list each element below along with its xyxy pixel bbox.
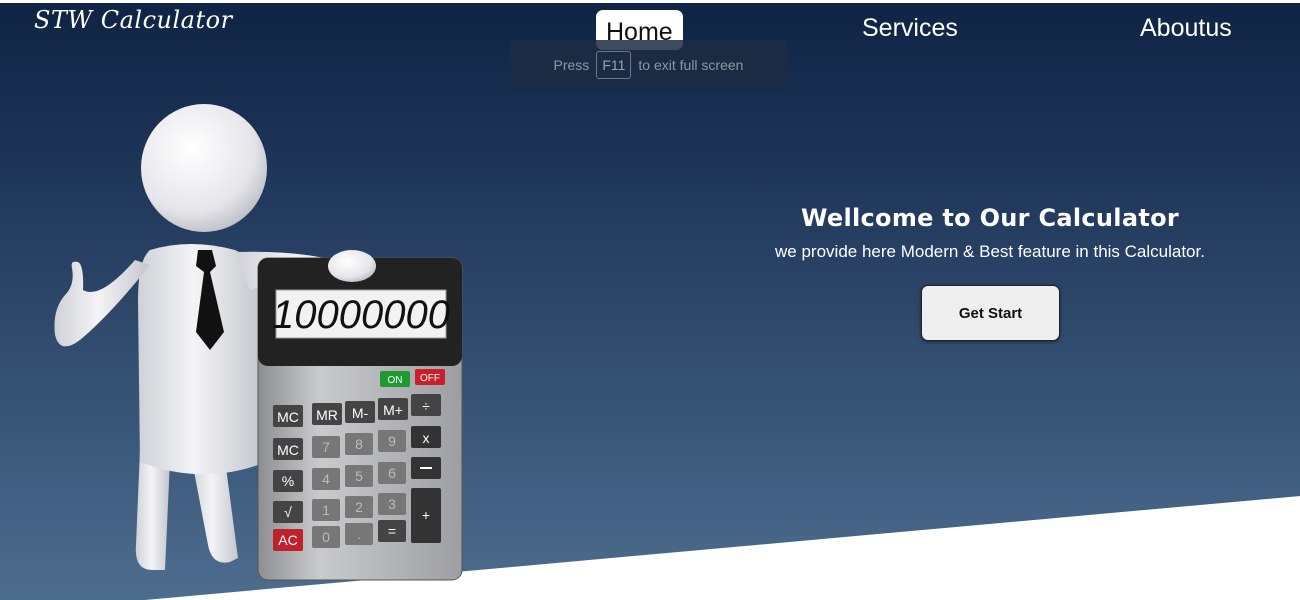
five-key-label: 5 xyxy=(355,468,363,484)
two-key-label: 2 xyxy=(355,499,363,515)
six-key-label: 6 xyxy=(388,465,396,481)
seven-key-label: 7 xyxy=(322,439,330,455)
one-key-label: 1 xyxy=(322,502,330,518)
calculator-display: 10000000 xyxy=(272,293,450,337)
dot-key-label: . xyxy=(357,526,361,542)
nav-services[interactable]: Services xyxy=(862,14,958,43)
mc2-key-label: MC xyxy=(277,442,299,458)
fullscreen-hint: Press F11 to exit full screen xyxy=(510,40,787,90)
off-key-label: OFF xyxy=(420,373,440,384)
percent-key-label: % xyxy=(282,473,294,489)
zero-key-label: 0 xyxy=(322,529,330,545)
welcome-section: Wellcome to Our Calculator we provide he… xyxy=(690,204,1290,262)
three-key-label: 3 xyxy=(388,496,396,512)
multiply-key-label: x xyxy=(423,430,430,446)
man-with-calculator-illustration: 10000000 ON OFF MC MR M- M+ ÷ MC 7 8 9 x xyxy=(54,104,463,581)
nav-aboutus[interactable]: Aboutus xyxy=(1140,14,1232,43)
fullscreen-hint-key: F11 xyxy=(596,51,632,79)
get-start-button[interactable]: Get Start xyxy=(921,285,1060,341)
eight-key-label: 8 xyxy=(355,436,363,452)
four-key-label: 4 xyxy=(322,471,330,487)
m-minus-key-label: M- xyxy=(352,405,369,421)
welcome-subtitle: we provide here Modern & Best feature in… xyxy=(775,242,1205,261)
ac-key-label: AC xyxy=(278,532,297,548)
sqrt-key-label: √ xyxy=(284,504,292,520)
on-key-label: ON xyxy=(388,375,403,386)
welcome-title: Wellcome to Our Calculator xyxy=(800,204,1180,232)
plus-key-label: + xyxy=(422,507,430,523)
minus-key-glyph xyxy=(420,467,432,469)
equals-key-label: = xyxy=(388,523,396,539)
m-plus-key-label: M+ xyxy=(383,402,403,418)
nine-key-label: 9 xyxy=(388,433,396,449)
divide-key-label: ÷ xyxy=(422,398,430,414)
mc-key-label: MC xyxy=(277,409,299,425)
fullscreen-hint-suffix: to exit full screen xyxy=(638,57,744,73)
fullscreen-hint-prefix: Press xyxy=(553,57,590,73)
mr-key-label: MR xyxy=(316,407,338,423)
site-logo[interactable]: STW Calculator xyxy=(34,6,233,34)
